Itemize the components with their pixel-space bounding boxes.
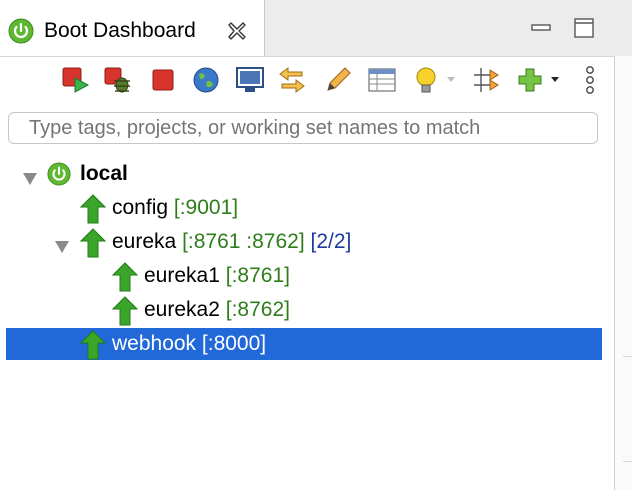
- view-tab-bar: Boot Dashboard: [0, 0, 632, 57]
- running-up-arrow-icon: [79, 194, 107, 230]
- edit-icon[interactable]: [322, 64, 354, 96]
- filter-arrows-icon[interactable]: [470, 64, 502, 96]
- tree-node-local[interactable]: local: [0, 158, 614, 190]
- app-ports: [:8000]: [201, 332, 267, 355]
- spring-power-icon: [47, 162, 71, 192]
- add-dropdown-icon[interactable]: [550, 74, 560, 106]
- tree-node-label: local: [80, 162, 128, 185]
- more-vertical-icon[interactable]: [580, 64, 612, 96]
- expand-toggle-icon[interactable]: [54, 236, 70, 260]
- tree-node-eureka2[interactable]: eureka2 [:8762]: [0, 294, 614, 326]
- tree-node-eureka[interactable]: eureka [:8761 :8762] [2/2]: [0, 226, 614, 258]
- lightbulb-dropdown-icon[interactable]: [446, 74, 456, 106]
- tree-node-webhook[interactable]: webhook [:8000]: [6, 328, 602, 360]
- minimize-icon[interactable]: [530, 17, 552, 44]
- lightbulb-icon[interactable]: [410, 64, 442, 96]
- instance-ports: [:8761]: [225, 264, 290, 287]
- tab-title: Boot Dashboard: [44, 19, 196, 42]
- app-name: webhook: [112, 332, 197, 355]
- instance-name: eureka2: [144, 298, 220, 321]
- adjacent-panel: [615, 56, 632, 490]
- maximize-icon[interactable]: [573, 17, 595, 44]
- running-up-arrow-icon: [111, 262, 139, 298]
- app-name: eureka: [112, 230, 177, 253]
- stop-icon[interactable]: [148, 64, 180, 96]
- instance-ports: [:8762]: [225, 298, 290, 321]
- open-browser-icon[interactable]: [190, 64, 222, 96]
- close-icon[interactable]: [226, 20, 248, 47]
- tree-node-config[interactable]: config [:9001]: [0, 192, 614, 224]
- expand-toggle-icon[interactable]: [22, 168, 38, 192]
- instance-name: eureka1: [144, 264, 220, 287]
- open-console-icon[interactable]: [234, 64, 266, 96]
- properties-table-icon[interactable]: [366, 64, 398, 96]
- app-ports: [:8761 :8762]: [182, 230, 305, 253]
- running-up-arrow-icon: [79, 330, 107, 366]
- add-icon[interactable]: [514, 64, 546, 96]
- divider: [623, 356, 632, 357]
- running-up-arrow-icon: [111, 296, 139, 332]
- app-name: config: [112, 196, 169, 219]
- tab-boot-dashboard[interactable]: Boot Dashboard: [0, 0, 265, 56]
- app-ports: [:9001]: [173, 196, 239, 219]
- running-up-arrow-icon: [79, 228, 107, 264]
- open-config-icon[interactable]: [276, 64, 308, 96]
- debug-restart-icon[interactable]: [102, 64, 134, 96]
- spring-power-icon: [8, 18, 34, 49]
- restart-icon[interactable]: [60, 64, 92, 96]
- filter-input[interactable]: [8, 112, 598, 144]
- dashboard-toolbar: [0, 56, 614, 106]
- divider: [623, 461, 632, 462]
- tree-node-eureka1[interactable]: eureka1 [:8761]: [0, 260, 614, 292]
- instance-count: [2/2]: [310, 230, 352, 253]
